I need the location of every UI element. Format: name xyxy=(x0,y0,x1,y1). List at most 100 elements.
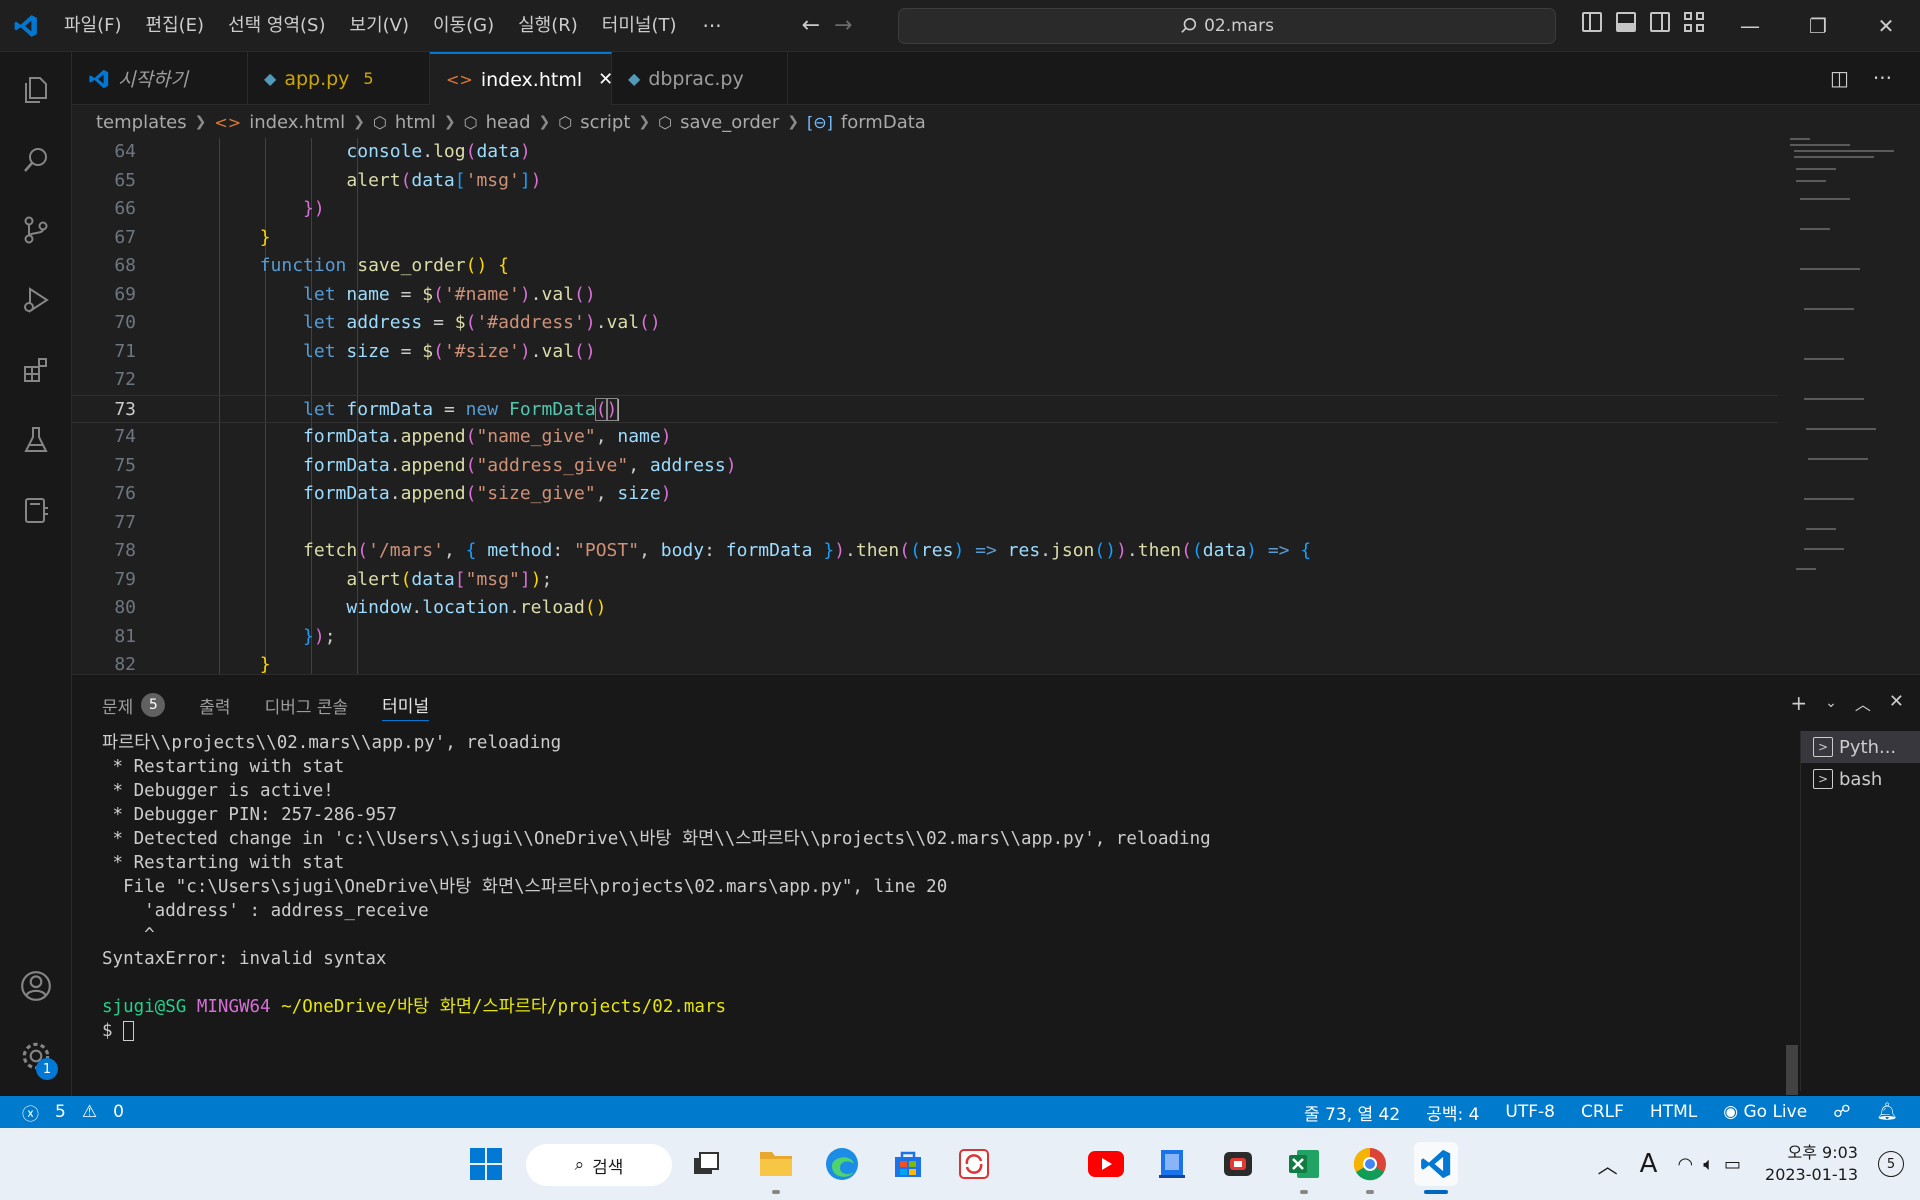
clock[interactable]: 오후 9:03 2023-01-13 xyxy=(1765,1142,1858,1186)
cursor-position[interactable]: 줄 73, 열 42 xyxy=(1304,1100,1400,1125)
breadcrumb-script[interactable]: script xyxy=(580,112,630,133)
toggle-sidebar-icon[interactable] xyxy=(1582,12,1602,32)
youtube-icon[interactable] xyxy=(1084,1142,1128,1186)
code-line: 71 let size = $('#size').val() xyxy=(114,340,596,362)
menu-terminal[interactable]: 터미널(T) xyxy=(590,8,689,44)
menu-edit[interactable]: 편집(E) xyxy=(134,8,217,44)
tab-app-py[interactable]: ◆ app.py 5 xyxy=(248,52,430,105)
minimize-icon[interactable]: — xyxy=(1716,0,1784,52)
end-of-line[interactable]: CRLF xyxy=(1581,1102,1624,1122)
tab-dbprac-py[interactable]: ◆ dbprac.py xyxy=(612,52,788,105)
breadcrumb-save-order[interactable]: save_order xyxy=(680,112,779,133)
maximize-panel-icon[interactable]: ︿ xyxy=(1855,691,1871,715)
terminal-prompt: sjugi@SG MINGW64 ~/OneDrive/바탕 화면/스파르타/p… xyxy=(102,997,727,1017)
run-debug-icon[interactable] xyxy=(16,280,56,320)
toggle-secondary-sidebar-icon[interactable] xyxy=(1650,12,1670,32)
testing-icon[interactable] xyxy=(16,420,56,460)
tab-output[interactable]: 출력 xyxy=(199,689,230,721)
command-center-search[interactable]: 02.mars xyxy=(898,8,1556,44)
battery-icon[interactable]: ▭ xyxy=(1724,1154,1741,1175)
capture-app-icon[interactable] xyxy=(1216,1142,1260,1186)
clock-date: 2023-01-13 xyxy=(1765,1165,1858,1184)
file-explorer-icon[interactable] xyxy=(754,1142,798,1194)
close-tab-icon[interactable]: ✕ xyxy=(598,69,613,90)
chevron-right-icon: ❯ xyxy=(787,114,799,130)
reader-app-icon[interactable] xyxy=(1150,1142,1194,1186)
menu-run[interactable]: 실행(R) xyxy=(506,8,590,44)
close-window-icon[interactable]: ✕ xyxy=(1852,0,1920,52)
indentation[interactable]: 공백: 4 xyxy=(1426,1100,1479,1125)
tab-debug-console[interactable]: 디버그 콘솔 xyxy=(265,689,349,721)
more-actions-icon[interactable]: ··· xyxy=(1873,66,1892,90)
new-terminal-plus-icon[interactable]: + xyxy=(1790,691,1807,715)
menu-selection[interactable]: 선택 영역(S) xyxy=(216,8,337,44)
toggle-panel-icon[interactable] xyxy=(1616,12,1636,32)
windows-taskbar: ⌕ 검색 ︿ A ◠ 🔈︎ ▭ 오후 9:03 2023-01-13 5 xyxy=(0,1128,1920,1200)
vscode-icon xyxy=(89,69,109,88)
customize-layout-icon[interactable] xyxy=(1684,12,1704,32)
code-line: 65 alert(data['msg']) xyxy=(114,169,542,191)
windows-start-icon[interactable] xyxy=(464,1142,508,1186)
menu-file[interactable]: 파일(F) xyxy=(52,8,134,44)
tab-terminal[interactable]: 터미널 xyxy=(382,689,430,721)
ime-language-icon[interactable]: A xyxy=(1640,1149,1658,1179)
sync-app-icon[interactable] xyxy=(952,1142,996,1186)
go-live-button[interactable]: ◉ Go Live xyxy=(1723,1102,1807,1122)
notification-count-badge[interactable]: 5 xyxy=(1878,1151,1904,1177)
tab-problems[interactable]: 문제 5 xyxy=(102,689,166,721)
minimap[interactable] xyxy=(1786,138,1906,674)
chrome-icon[interactable] xyxy=(1348,1142,1392,1194)
tab-welcome[interactable]: 시작하기 xyxy=(72,52,248,105)
code-line: 64 console.log(data) xyxy=(114,141,531,162)
settings-badge: 1 xyxy=(36,1058,58,1080)
breadcrumb-html[interactable]: html xyxy=(395,112,436,133)
encoding[interactable]: UTF-8 xyxy=(1505,1102,1555,1122)
problems-status[interactable]: ⓧ 5 ⚠ 0 xyxy=(22,1100,124,1125)
explorer-icon[interactable] xyxy=(16,70,56,110)
tab-index-html[interactable]: <> index.html ✕ xyxy=(430,52,613,105)
extensions-icon[interactable] xyxy=(16,350,56,390)
menu-view[interactable]: 보기(V) xyxy=(338,8,421,44)
breadcrumb-head[interactable]: head xyxy=(486,112,531,133)
chevron-down-icon[interactable]: ⌄ xyxy=(1825,695,1837,715)
code-editor[interactable]: 64 console.log(data) 65 alert(data['msg'… xyxy=(72,138,1920,674)
microsoft-store-icon[interactable] xyxy=(886,1142,930,1186)
terminal-item-python[interactable]: > Pyth... xyxy=(1801,731,1920,763)
notifications-bell-icon[interactable]: 🔔︎ xyxy=(1876,1102,1898,1122)
split-editor-icon[interactable]: ◫ xyxy=(1830,66,1849,90)
edge-browser-icon[interactable] xyxy=(820,1142,864,1186)
close-panel-icon[interactable]: ✕ xyxy=(1889,691,1904,715)
chevron-right-icon: ❯ xyxy=(194,114,207,130)
back-arrow-icon[interactable]: ← xyxy=(802,13,820,38)
more-menu-icon[interactable]: ··· xyxy=(689,14,736,38)
terminal-output[interactable]: 파르타\\projects\\02.mars\\app.py', reloadi… xyxy=(102,731,1790,1091)
breadcrumb-file[interactable]: index.html xyxy=(249,112,345,133)
breadcrumb-formdata[interactable]: formData xyxy=(841,112,926,133)
search-sidebar-icon[interactable] xyxy=(16,140,56,180)
code-line: 68 function save_order() { xyxy=(114,255,509,276)
source-control-icon[interactable] xyxy=(16,210,56,250)
feedback-icon[interactable]: ☍ xyxy=(1833,1102,1850,1122)
show-hidden-icons-icon[interactable]: ︿ xyxy=(1598,1150,1618,1179)
terminal-input[interactable]: $ xyxy=(102,1019,1790,1043)
taskbar-search[interactable]: ⌕ 검색 xyxy=(526,1144,672,1186)
forward-arrow-icon[interactable]: → xyxy=(834,13,852,38)
menu-go[interactable]: 이동(G) xyxy=(421,8,506,44)
terminal-list: > Pyth... > bash xyxy=(1800,731,1920,1091)
terminal-item-bash[interactable]: > bash xyxy=(1801,763,1920,795)
excel-icon[interactable] xyxy=(1282,1142,1326,1194)
code-line: 80 window.location.reload() xyxy=(114,597,607,618)
task-view-icon[interactable] xyxy=(684,1142,728,1186)
html-icon: <> xyxy=(214,112,242,132)
volume-icon[interactable]: 🔈︎ xyxy=(1703,1154,1714,1175)
python-icon: ◆ xyxy=(628,69,641,88)
manage-gear-icon[interactable]: 1 xyxy=(16,1036,58,1080)
wifi-icon[interactable]: ◠ xyxy=(1677,1154,1693,1175)
breadcrumb-templates[interactable]: templates xyxy=(96,112,187,133)
language-mode[interactable]: HTML xyxy=(1650,1102,1697,1122)
accounts-icon[interactable] xyxy=(16,966,56,1006)
terminal-scrollbar[interactable] xyxy=(1786,1045,1798,1095)
remote-explorer-icon[interactable] xyxy=(16,490,56,530)
restore-icon[interactable]: ❐ xyxy=(1784,0,1852,52)
vscode-taskbar-icon[interactable] xyxy=(1414,1142,1458,1194)
